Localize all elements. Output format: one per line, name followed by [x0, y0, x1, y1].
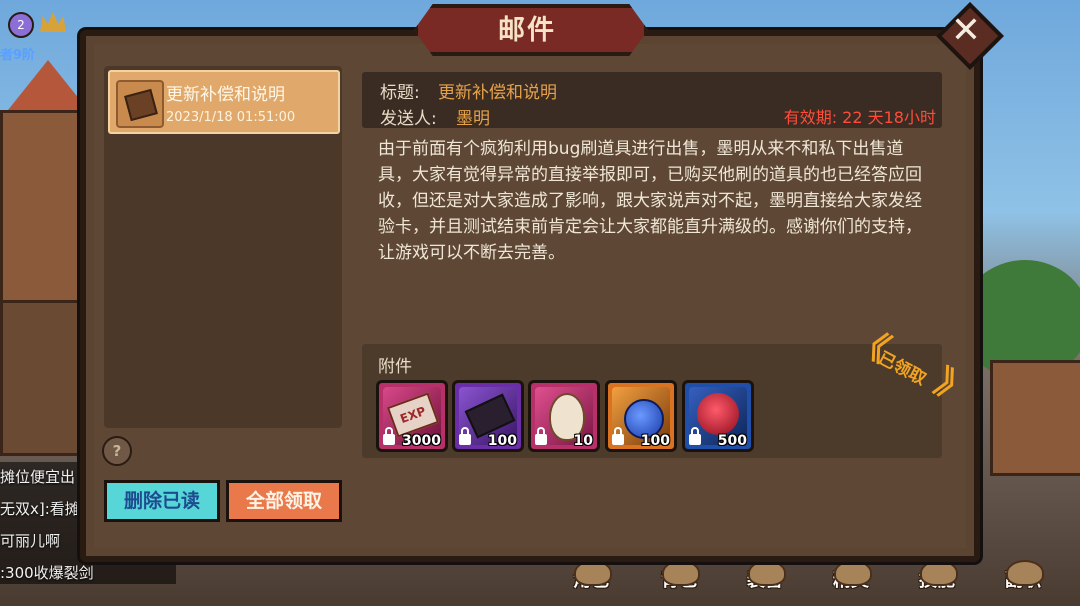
attachment-quantity: 100 — [487, 433, 517, 449]
mail-item-title: 更新补偿和说明 — [166, 85, 285, 105]
mail-title: 更新补偿和说明 — [438, 83, 557, 103]
delete-read-button[interactable]: 删除已读 — [104, 480, 220, 522]
lock-icon — [459, 427, 471, 445]
chat-message: :300收爆裂剑 — [0, 564, 94, 582]
attachment-slot[interactable]: 100 — [605, 380, 677, 452]
character-icon — [574, 560, 612, 586]
attachments-label: 附件 — [378, 357, 412, 377]
envelope-icon — [116, 80, 164, 128]
attachment-quantity: 100 — [640, 433, 670, 449]
dialog-title: 邮件 — [498, 15, 556, 46]
lock-icon — [612, 427, 624, 445]
dialog-title-plate: 邮件 — [414, 0, 648, 56]
attachment-quantity: 10 — [573, 433, 593, 449]
mail-header: 标题: 更新补偿和说明 发送人: 墨明 有效期: 22 天18小时 — [362, 72, 942, 129]
close-button[interactable]: ✕ — [936, 2, 1004, 70]
crown-icon — [40, 12, 66, 32]
equipment-icon — [748, 560, 786, 586]
chat-message: 可丽儿啊 — [0, 532, 61, 550]
nav-skill[interactable]: 技能 — [906, 560, 968, 592]
title-label: 标题: — [380, 83, 420, 103]
nav-spirit[interactable]: 精灵 — [820, 560, 882, 592]
tower — [0, 110, 86, 316]
nav-character[interactable]: 角色 — [560, 560, 622, 592]
chat-message: 摊位便宜出 — [0, 468, 76, 486]
nav-equipment[interactable]: 装备 — [734, 560, 796, 592]
sender-label: 发送人: — [380, 109, 437, 129]
lock-icon — [535, 427, 547, 445]
skill-icon — [920, 560, 958, 586]
attachment-quantity: 3000 — [402, 433, 441, 449]
attachment-slot[interactable]: 100 — [452, 380, 524, 452]
lock-icon — [689, 427, 701, 445]
roof — [8, 60, 88, 110]
attachment-slot[interactable]: 500 — [682, 380, 754, 452]
red-gem-icon — [697, 393, 739, 435]
mail-sender: 墨明 — [456, 109, 490, 129]
rank-text: 者9阶 — [0, 48, 36, 63]
envelope-shape — [124, 88, 158, 122]
bag-icon — [662, 560, 700, 586]
nav-bag[interactable]: 背包 — [648, 560, 710, 592]
house — [990, 360, 1080, 476]
nav-sub-job[interactable]: 副职 — [992, 560, 1054, 592]
mail-list[interactable]: 更新补偿和说明 2023/1/18 01:51:00 — [104, 66, 342, 428]
mail-body: 由于前面有个疯狗利用bug刷道具进行出售，墨明从来不和私下出售道具，大家有觉得异… — [378, 139, 922, 263]
attachment-slot[interactable]: EXP 3000 — [376, 380, 448, 452]
house — [0, 300, 82, 456]
book-icon — [1006, 560, 1044, 586]
mail-item-time: 2023/1/18 01:51:00 — [166, 110, 296, 125]
attachment-quantity: 500 — [717, 433, 747, 449]
claim-all-button[interactable]: 全部领取 — [226, 480, 342, 522]
close-icon: ✕ — [950, 10, 982, 51]
spirit-icon — [834, 560, 872, 586]
attachment-slot[interactable]: 10 — [528, 380, 600, 452]
lock-icon — [383, 427, 395, 445]
validity-text: 有效期: 22 天18小时 — [783, 108, 936, 127]
claimed-text: 已领取 — [874, 348, 930, 390]
chat-message: 无双x]:看摊 — [0, 500, 80, 518]
help-icon[interactable]: ? — [102, 436, 132, 466]
level-badge: 2 — [8, 12, 34, 38]
mail-list-item[interactable]: 更新补偿和说明 2023/1/18 01:51:00 — [108, 70, 340, 134]
